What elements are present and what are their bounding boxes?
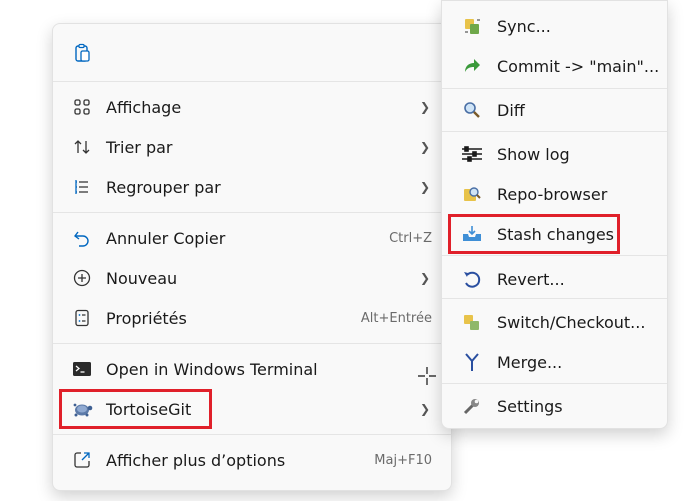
submenu-item-label: Show log [497, 144, 570, 164]
separator [53, 434, 451, 435]
submenu-item-repo-browser[interactable]: Repo-browser [446, 175, 663, 213]
menu-item-regrouper-par[interactable]: Regrouper par ❯ [57, 168, 447, 206]
submenu-item-sync[interactable]: Sync... [446, 7, 663, 45]
settings-icon [461, 395, 483, 417]
menu-item-label: Open in Windows Terminal [106, 359, 318, 379]
menu-item-label: Regrouper par [106, 177, 221, 197]
shortcut-text: Ctrl+Z [389, 230, 432, 246]
menu-item-proprietes[interactable]: Propriétés Alt+Entrée [57, 299, 447, 337]
commit-icon [461, 55, 483, 77]
grid-icon [71, 96, 93, 118]
menu-item-label: Propriétés [106, 308, 187, 328]
separator [53, 81, 451, 82]
switch-icon [461, 311, 483, 333]
diff-icon [461, 99, 483, 121]
menu-item-label: Trier par [106, 137, 173, 157]
chevron-right-icon: ❯ [419, 402, 430, 416]
menu-item-label: Afficher plus d’options [106, 450, 286, 470]
submenu-item-switch-checkout[interactable]: Switch/Checkout... [446, 303, 663, 341]
menu-item-nouveau[interactable]: Nouveau ❯ [57, 259, 447, 297]
menu-item-label: Annuler Copier [106, 228, 226, 248]
crosshair-cursor-icon [418, 367, 436, 385]
submenu-item-label: Revert... [497, 269, 565, 289]
menu-item-label: Affichage [106, 97, 182, 117]
sort-icon [71, 136, 93, 158]
submenu-item-commit[interactable]: Commit -> "main"... [446, 47, 663, 85]
separator [442, 88, 667, 89]
revert-icon [461, 268, 483, 290]
submenu-item-merge[interactable]: Merge... [446, 343, 663, 381]
new-icon [71, 267, 93, 289]
submenu-item-diff[interactable]: Diff [446, 91, 663, 129]
separator [442, 255, 667, 256]
group-icon [71, 176, 93, 198]
more-options-icon [71, 449, 93, 471]
tortoisegit-highlight-box [59, 389, 212, 429]
separator [53, 343, 451, 344]
separator [442, 383, 667, 384]
menu-item-afficher-plus-options[interactable]: Afficher plus d’options Maj+F10 [57, 441, 447, 479]
separator [442, 298, 667, 299]
chevron-right-icon: ❯ [419, 271, 430, 285]
menu-item-label: Nouveau [106, 268, 178, 288]
submenu-item-label: Sync... [497, 16, 551, 36]
menu-item-trier-par[interactable]: Trier par ❯ [57, 128, 447, 166]
submenu-item-label: Switch/Checkout... [497, 312, 646, 332]
submenu-item-show-log[interactable]: Show log [446, 135, 663, 173]
separator [53, 212, 451, 213]
stash-changes-highlight-box [448, 214, 620, 254]
chevron-right-icon: ❯ [419, 140, 430, 154]
chevron-right-icon: ❯ [419, 100, 430, 114]
submenu-item-settings[interactable]: Settings [446, 387, 663, 425]
log-icon [461, 143, 483, 165]
separator [442, 131, 667, 132]
submenu-item-label: Commit -> "main"... [497, 56, 660, 76]
menu-item-open-in-windows-terminal[interactable]: Open in Windows Terminal [57, 350, 447, 388]
submenu-item-label: Settings [497, 396, 563, 416]
submenu-item-label: Repo-browser [497, 184, 608, 204]
clipboard-icon [71, 42, 93, 64]
sync-icon [461, 15, 483, 37]
undo-icon [71, 227, 93, 249]
paste-button[interactable] [57, 34, 447, 72]
menu-item-affichage[interactable]: Affichage ❯ [57, 88, 447, 126]
shortcut-text: Alt+Entrée [360, 310, 432, 326]
repo-browser-icon [461, 183, 483, 205]
chevron-right-icon: ❯ [419, 180, 430, 194]
submenu-item-label: Diff [497, 100, 525, 120]
properties-icon [71, 307, 93, 329]
menu-item-annuler-copier[interactable]: Annuler Copier Ctrl+Z [57, 219, 447, 257]
submenu-item-revert[interactable]: Revert... [446, 260, 663, 298]
merge-icon [461, 351, 483, 373]
submenu-item-label: Merge... [497, 352, 563, 372]
shortcut-text: Maj+F10 [374, 452, 432, 468]
terminal-icon [71, 358, 93, 380]
